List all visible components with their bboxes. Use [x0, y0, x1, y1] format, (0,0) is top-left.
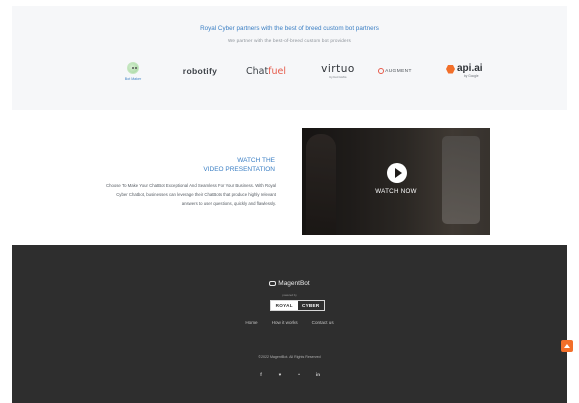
chat-bubble-icon [269, 281, 277, 286]
play-icon[interactable] [387, 163, 407, 183]
video-heading-line2: VIDEO PRESENTATION [203, 166, 275, 173]
virtuo-sub: by bot Corbs [329, 74, 347, 79]
footer-brand-name: MagentBot [278, 280, 310, 287]
linkedin-icon[interactable]: in [316, 372, 321, 377]
royal-cyber-logo[interactable]: ROYAL CYBER [270, 300, 325, 311]
powered-by: powered by [282, 293, 297, 297]
chatfuel-main: Chat [245, 65, 269, 77]
virtuo-main: virtuo [321, 62, 355, 75]
bot-face-icon [127, 61, 139, 74]
footer-link-home[interactable]: Home [245, 320, 257, 325]
scroll-to-top-icon[interactable] [561, 340, 573, 352]
video-heading: WATCH THE VIDEO PRESENTATION [203, 156, 275, 174]
apiai-sub: by Google [464, 74, 479, 78]
video-thumbnail[interactable]: WATCH NOW [302, 128, 490, 235]
partners-section: Royal Cyber partners with the best of br… [12, 6, 567, 110]
footer-nav: Home How it works Contact us [12, 320, 567, 325]
video-description: Choose To Make Your ChatBot Exceptional … [106, 183, 276, 206]
facebook-icon[interactable]: f [259, 372, 264, 377]
augment-logo[interactable]: AUGMENT [373, 56, 417, 86]
partners-subtitle: We partner with the best-of-breed custom… [227, 38, 352, 43]
virtuo-logo[interactable]: virtuo by bot Corbs [317, 56, 359, 86]
partner-logos: Bot Maker robotify Chat fuel virtuo by bo… [12, 56, 567, 86]
partners-title: Royal Cyber partners with the best of br… [200, 25, 379, 32]
footer-brand[interactable]: MagentBot [12, 280, 567, 287]
chatfuel-accent: fuel [268, 65, 287, 77]
apiai-logo[interactable]: api.ai by Google [446, 56, 496, 86]
botmaker-logo[interactable]: Bot Maker [118, 56, 148, 86]
royal-cyber-left: ROYAL [271, 301, 298, 310]
copyright: ©2022 MagentBot. All Rights Reserved [258, 355, 321, 359]
apiai-hexagon-icon [446, 64, 455, 74]
google-icon[interactable]: • [297, 372, 302, 377]
robotify-logo[interactable]: robotify [178, 56, 222, 86]
augment-circle-icon [378, 68, 385, 74]
video-heading-line1: WATCH THE [237, 157, 275, 164]
apiai-main: api.ai [457, 63, 483, 74]
site-footer: MagentBot powered by ROYAL CYBER Home Ho… [12, 245, 567, 403]
botmaker-label: Bot Maker [124, 76, 142, 81]
watch-now-label[interactable]: WATCH NOW [302, 188, 490, 195]
footer-link-how-it-works[interactable]: How it works [272, 320, 298, 325]
augment-label: AUGMENT [385, 68, 412, 74]
video-section: WATCH THE VIDEO PRESENTATION Choose To M… [12, 110, 567, 245]
chatfuel-logo[interactable]: Chat fuel [243, 56, 289, 86]
royal-cyber-right: CYBER [297, 301, 324, 310]
twitter-icon[interactable]: ♥ [278, 372, 283, 377]
footer-link-contact[interactable]: Contact us [312, 320, 334, 325]
social-links: f ♥ • in [12, 372, 567, 377]
